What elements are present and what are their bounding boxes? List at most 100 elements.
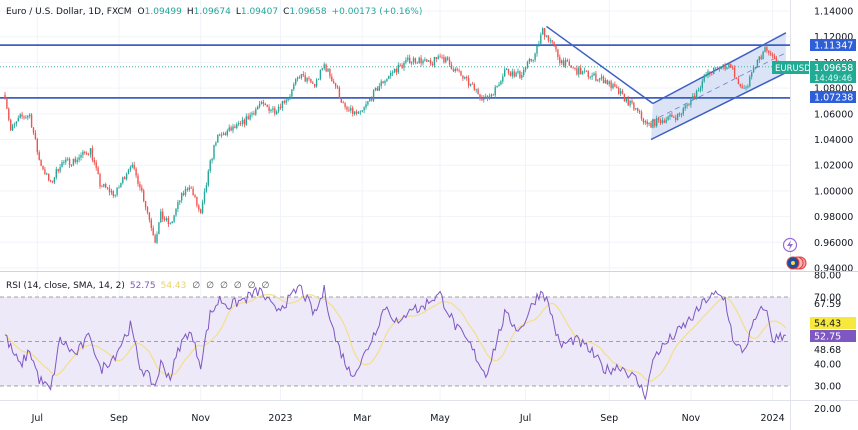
candle-body <box>143 190 145 202</box>
candle <box>466 75 468 81</box>
candle-body <box>268 107 270 111</box>
candle <box>401 63 403 69</box>
candle <box>585 70 588 73</box>
candle <box>350 105 352 114</box>
lightning-icon[interactable] <box>782 237 798 253</box>
candle-body <box>49 180 52 182</box>
candle-body <box>711 73 713 75</box>
candle <box>86 151 88 155</box>
candle-body <box>426 59 428 62</box>
candle <box>135 167 137 179</box>
candle <box>270 108 272 113</box>
candle-body <box>443 57 445 63</box>
candle-body <box>317 79 320 80</box>
candle-body <box>688 104 690 106</box>
candle-body <box>110 191 113 193</box>
candle-body <box>205 185 208 192</box>
candle-body <box>637 108 639 111</box>
candle <box>580 64 582 75</box>
candle <box>285 98 287 105</box>
candle-body <box>340 98 342 103</box>
candle-body <box>175 208 177 216</box>
candle-body <box>179 200 181 203</box>
candle <box>55 166 57 180</box>
rsi-tick-label: 40.00 <box>814 359 841 370</box>
candle <box>327 68 329 73</box>
candle-body <box>741 86 743 89</box>
candle <box>372 89 375 103</box>
candle <box>505 67 508 71</box>
candle-body <box>536 45 538 54</box>
price-tick-label: 1.00000 <box>814 186 853 197</box>
flags-icon[interactable] <box>786 256 807 270</box>
candle-body <box>245 116 247 125</box>
open-label: O <box>138 7 145 17</box>
candle-body <box>627 98 629 106</box>
candle-body <box>34 133 37 139</box>
candle-body <box>232 126 234 131</box>
candle-body <box>441 56 443 58</box>
candle <box>570 65 572 68</box>
candle <box>158 221 160 235</box>
candle <box>68 157 71 169</box>
candle-body <box>500 81 502 85</box>
candle-body <box>735 77 738 79</box>
candle-body <box>580 67 582 75</box>
candle-body <box>619 91 622 94</box>
candle-body <box>507 69 510 73</box>
candle <box>146 206 149 215</box>
candle-body <box>272 108 274 110</box>
candle <box>266 104 268 108</box>
candle-body <box>418 57 420 64</box>
candle-body <box>289 96 291 98</box>
candle-body <box>312 82 314 84</box>
candle-body <box>4 94 6 99</box>
candle <box>523 67 525 78</box>
candle <box>251 111 253 118</box>
candle-body <box>200 209 202 213</box>
candle-body <box>219 134 221 136</box>
candle-body <box>608 81 610 85</box>
candle <box>450 61 453 70</box>
candle-body <box>167 218 170 225</box>
candle <box>190 186 192 189</box>
candle-body <box>239 123 242 124</box>
candle <box>384 79 386 86</box>
candle-body <box>163 218 166 221</box>
candle <box>219 133 221 137</box>
candle <box>103 183 105 188</box>
candle <box>553 41 555 48</box>
candle-body <box>751 72 753 77</box>
candle <box>473 82 475 92</box>
candle-body <box>542 28 544 35</box>
candle <box>281 100 284 111</box>
candle-body <box>621 91 624 94</box>
chart-canvas[interactable]: 1.140001.120001.100001.080001.060001.040… <box>0 0 858 430</box>
time-tick-label: May <box>430 413 450 424</box>
candle-body <box>675 117 677 120</box>
candle <box>272 105 274 113</box>
candle-body <box>485 96 487 98</box>
candle-body <box>10 119 12 131</box>
candle-body <box>695 90 698 98</box>
candle <box>437 54 439 60</box>
candle <box>122 176 124 185</box>
candle <box>646 119 648 128</box>
candle-body <box>464 77 466 79</box>
candle <box>542 27 544 35</box>
candle-body <box>72 158 75 165</box>
candle <box>215 141 217 147</box>
candle <box>167 215 170 227</box>
price-tick-label: 1.14000 <box>814 7 853 18</box>
candle-body <box>720 67 722 69</box>
time-tick-label: Sep <box>110 413 128 424</box>
candle <box>304 72 306 82</box>
candle-body <box>644 121 646 123</box>
candle <box>182 190 185 197</box>
candle <box>589 75 591 80</box>
candle <box>133 161 135 171</box>
candle <box>559 54 561 67</box>
candle-body <box>661 120 664 123</box>
candle <box>648 122 650 127</box>
candle <box>378 83 380 92</box>
